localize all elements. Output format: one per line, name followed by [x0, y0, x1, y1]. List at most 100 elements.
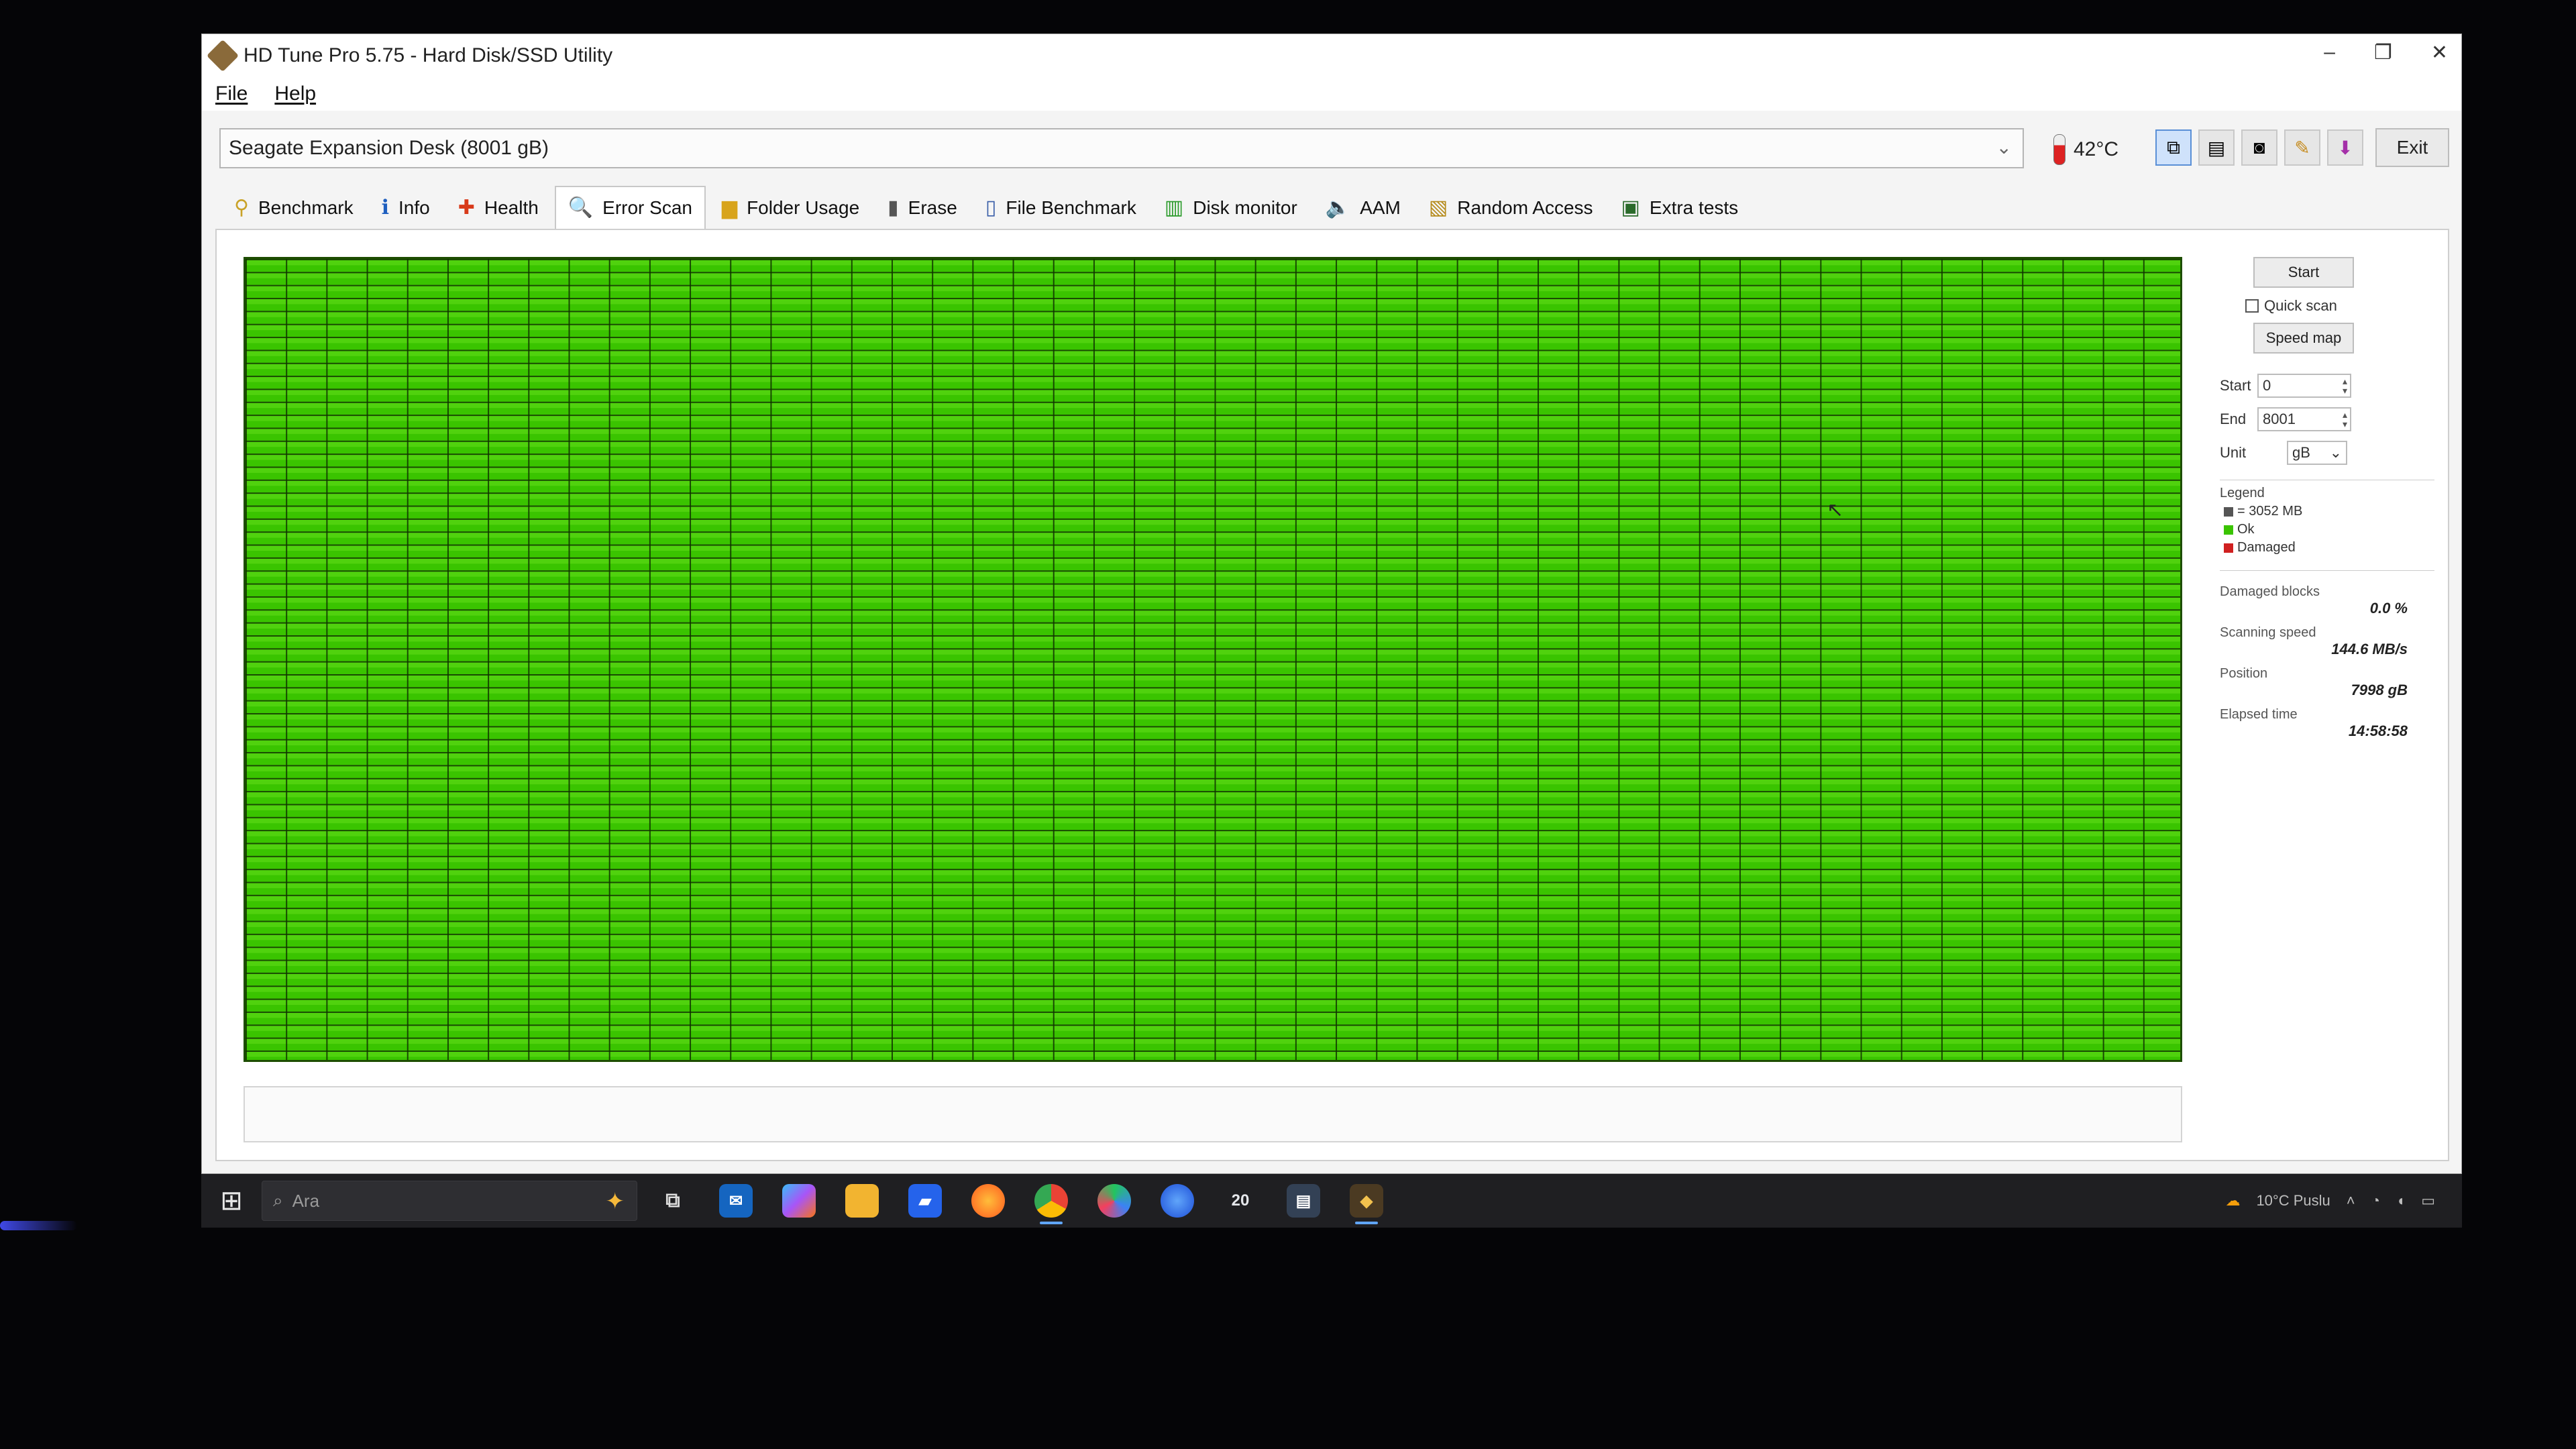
benchmark-icon: ⚲ — [234, 197, 249, 219]
screenshot-button[interactable]: ◙ — [2241, 129, 2277, 166]
hdtune-app-icon[interactable]: ◆ — [1350, 1184, 1383, 1224]
file-explorer-icon[interactable] — [845, 1184, 879, 1218]
elapsed-time-label: Elapsed time — [2220, 707, 2298, 722]
copy-info-button[interactable]: ▤ — [2198, 129, 2235, 166]
maximize-icon[interactable]: ❐ — [2374, 41, 2392, 64]
wrench-icon: ✎ — [2294, 137, 2310, 158]
tab-label: File Benchmark — [1006, 197, 1136, 218]
globe-app-icon[interactable] — [1161, 1184, 1194, 1218]
status-box — [244, 1086, 2182, 1142]
drive-select[interactable]: Seagate Expansion Desk (8001 gB) ⌄ — [219, 128, 2024, 168]
copy-icon: ⧉ — [2167, 136, 2180, 158]
app-icon — [206, 39, 239, 72]
outlook-icon[interactable]: ✉ — [719, 1184, 753, 1218]
network-icon[interactable]: ◔ — [2371, 1192, 2380, 1210]
tab-label: Info — [398, 197, 430, 218]
tray-overflow-icon[interactable]: ˄ — [2347, 1192, 2355, 1210]
window-title: HD Tune Pro 5.75 - Hard Disk/SSD Utility — [244, 44, 613, 66]
tab-folder-usage[interactable]: ▆ Folder Usage — [709, 187, 872, 229]
error-scan-panel: Start Quick scan Speed map Start 0 ▴ ▾ En… — [215, 229, 2449, 1161]
tab-label: Erase — [908, 197, 957, 218]
options-button[interactable]: ✎ — [2284, 129, 2320, 166]
search-icon: ⌕ — [273, 1190, 283, 1210]
tab-aam[interactable]: 🔈 AAM — [1313, 187, 1413, 229]
end-field-label: End — [2220, 411, 2247, 427]
background-blue-light — [0, 1221, 77, 1230]
end-field-row: End 8001 ▴ ▾ — [2220, 407, 2434, 431]
weather-icon: ☁ — [2225, 1192, 2241, 1209]
block-map-cells — [246, 259, 2180, 1060]
start-field-value: 0 — [2263, 377, 2271, 394]
error-scan-icon: 🔍 — [568, 197, 594, 219]
legend-label: Damaged — [2237, 540, 2296, 555]
tab-info[interactable]: ℹ Info — [369, 187, 442, 229]
copilot-icon[interactable] — [782, 1184, 816, 1218]
erase-icon: ▮ — [888, 197, 899, 219]
tab-label: Error Scan — [602, 197, 692, 218]
monitor-screen: HD Tune Pro 5.75 - Hard Disk/SSD Utility… — [201, 34, 2462, 1228]
scanning-speed-label: Scanning speed — [2220, 625, 2316, 640]
temperature-display: 42°C — [2053, 131, 2118, 168]
tab-disk-monitor[interactable]: ▥ Disk monitor — [1152, 187, 1309, 229]
volume-icon[interactable]: ◖ — [2396, 1192, 2405, 1210]
mouse-cursor-icon: ↖ — [1827, 499, 1844, 521]
tab-label: Benchmark — [258, 197, 354, 218]
close-icon[interactable]: ✕ — [2431, 41, 2448, 64]
damaged-blocks-label: Damaged blocks — [2220, 584, 2320, 599]
health-icon: ✚ — [458, 197, 475, 219]
quick-scan-checkbox[interactable] — [2245, 299, 2259, 313]
task-view-icon[interactable]: ⧉ — [656, 1184, 690, 1218]
colorful-app-icon[interactable] — [1097, 1184, 1131, 1218]
legend-label: = 3052 MB — [2237, 504, 2303, 519]
tab-bar: ⚲ Benchmark ℹ Info ✚ Health 🔍 Error Scan ▆ Fo… — [202, 180, 2461, 229]
folder-icon: ▆ — [721, 197, 738, 219]
taskbar-search[interactable]: ⌕ Ara ✦ — [262, 1181, 637, 1221]
thermometer-icon — [2053, 134, 2065, 165]
copy-text-button[interactable]: ⧉ — [2155, 129, 2192, 166]
chrome-icon[interactable] — [1034, 1184, 1068, 1224]
legend-swatch — [2224, 506, 2233, 517]
legend-swatch — [2224, 525, 2233, 535]
tab-erase[interactable]: ▮ Erase — [875, 187, 969, 229]
disk-monitor-icon: ▥ — [1164, 197, 1184, 219]
spin-arrows-icon[interactable]: ▴ ▾ — [2343, 410, 2347, 429]
terminal-app-icon[interactable]: ▤ — [1287, 1184, 1320, 1218]
start-field-label: Start — [2220, 377, 2251, 394]
firefox-icon[interactable] — [971, 1184, 1005, 1218]
spin-arrows-icon[interactable]: ▴ ▾ — [2343, 376, 2347, 395]
app-window: HD Tune Pro 5.75 - Hard Disk/SSD Utility… — [201, 34, 2462, 1174]
menu-bar: File Help — [202, 77, 2461, 111]
weather-text[interactable]: 10°C Puslu — [2256, 1192, 2330, 1210]
tab-extra-tests[interactable]: ▣ Extra tests — [1609, 187, 1751, 229]
chevron-down-icon: ⌄ — [2329, 444, 2342, 461]
store-icon[interactable]: ▰ — [908, 1184, 942, 1218]
tab-random-access[interactable]: ▧ Random Access — [1416, 187, 1605, 229]
title-bar: HD Tune Pro 5.75 - Hard Disk/SSD Utility… — [202, 34, 2461, 77]
tab-error-scan[interactable]: 🔍 Error Scan — [554, 186, 706, 229]
unit-row: Unit gB ⌄ — [2220, 441, 2434, 465]
unit-select[interactable]: gB ⌄ — [2287, 441, 2347, 465]
quick-scan-row[interactable]: Quick scan — [2245, 297, 2434, 315]
menu-help[interactable]: Help — [274, 83, 316, 105]
exit-button[interactable]: Exit — [2375, 128, 2449, 167]
scan-controls: Start Quick scan Speed map Start 0 ▴ ▾ En… — [2206, 257, 2434, 1129]
drive-select-value: Seagate Expansion Desk (8001 gB) — [229, 137, 549, 159]
tab-file-benchmark[interactable]: ▯ File Benchmark — [973, 187, 1148, 229]
minimize-icon[interactable]: – — [2324, 41, 2335, 64]
window-controls: – ❐ ✕ — [2324, 41, 2448, 64]
speed-map-button[interactable]: Speed map — [2253, 323, 2354, 354]
menu-file[interactable]: File — [215, 83, 248, 105]
start-field[interactable]: 0 ▴ ▾ — [2257, 374, 2351, 398]
windows-start-icon[interactable]: ⊞ — [201, 1174, 262, 1228]
counter-app-icon[interactable]: 20 — [1224, 1184, 1257, 1218]
save-button[interactable]: ⬇ — [2327, 129, 2363, 166]
tab-benchmark[interactable]: ⚲ Benchmark — [222, 187, 366, 229]
end-field[interactable]: 8001 ▴ ▾ — [2257, 407, 2351, 431]
start-field-row: Start 0 ▴ ▾ — [2220, 374, 2434, 398]
download-icon: ⬇ — [2337, 137, 2353, 158]
taskbar-search-placeholder: Ara — [292, 1190, 320, 1211]
start-button[interactable]: Start — [2253, 257, 2354, 288]
notification-icon[interactable]: ▭ — [2421, 1192, 2435, 1210]
end-field-value: 8001 — [2263, 411, 2296, 427]
tab-health[interactable]: ✚ Health — [445, 187, 551, 229]
